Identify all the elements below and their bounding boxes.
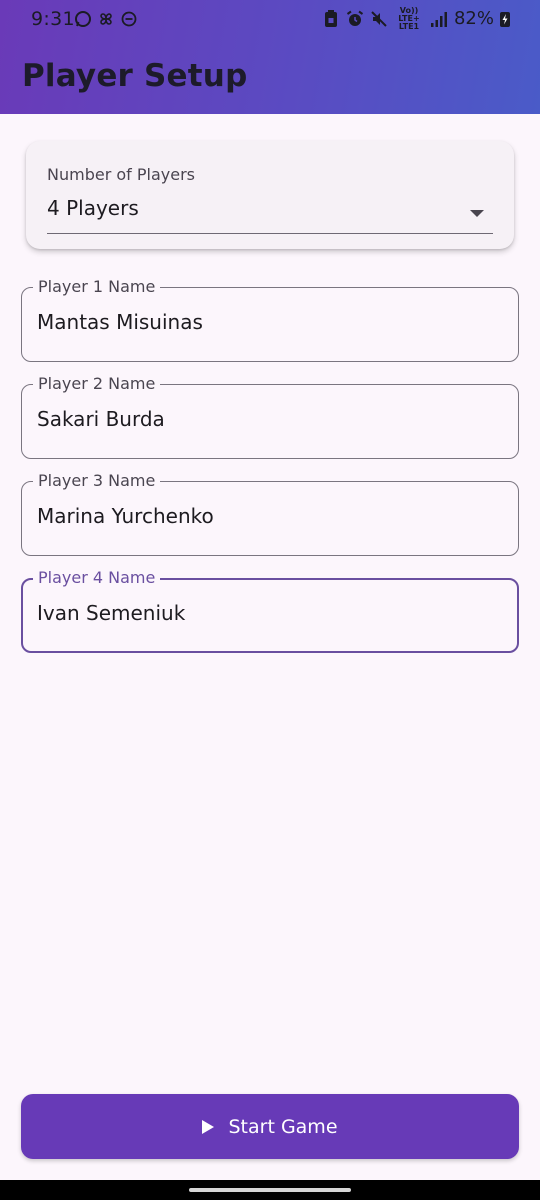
number-of-players-select[interactable]: Number of Players 4 Players [26,141,514,249]
player-2-name-input[interactable] [37,407,497,431]
alarm-icon [346,10,364,28]
number-of-players-value[interactable]: 4 Players [47,196,139,220]
select-underline [47,233,493,234]
dropdown-arrow-icon[interactable] [470,203,484,222]
status-time: 9:31 [31,8,75,30]
battery-charging-icon [500,10,510,28]
player-1-name-field[interactable]: Player 1 Name [21,277,519,362]
status-right-icons: Vo)) LTE+ LTE1 82% [322,5,510,31]
page-title: Player Setup [22,58,248,94]
player-4-name-input[interactable] [37,601,497,625]
player-1-name-input[interactable] [37,310,497,334]
start-game-button[interactable]: Start Game [21,1094,519,1159]
dnd-minus-icon [120,10,138,28]
home-gesture-handle[interactable] [189,1188,351,1192]
start-game-label: Start Game [228,1115,338,1138]
play-icon [202,1119,215,1134]
player-2-name-label: Player 2 Name [33,374,161,394]
system-nav-bar [0,1180,540,1200]
player-setup-screen: 9:31 Vo)) LTE+ LTE1 82% Player Setup Num… [0,0,540,1200]
lock-battery-icon [322,9,340,28]
battery-percent: 82% [453,8,494,29]
player-2-name-field[interactable]: Player 2 Name [21,374,519,459]
whatsapp-icon [74,10,92,28]
volte-icon: Vo)) LTE+ LTE1 [394,5,424,31]
signal-icon [430,10,448,28]
pinwheel-icon [97,10,115,28]
app-header: 9:31 Vo)) LTE+ LTE1 82% Player Setup [0,0,540,114]
network-type-line2: LTE1 [398,21,420,31]
player-4-name-label: Player 4 Name [33,568,161,588]
player-3-name-field[interactable]: Player 3 Name [21,471,519,556]
player-3-name-input[interactable] [37,504,497,528]
player-4-name-field[interactable]: Player 4 Name [21,568,519,653]
status-left-icons [74,10,138,28]
network-type-line1: Vo)) LTE+ [398,5,420,23]
player-1-name-label: Player 1 Name [33,277,161,297]
status-bar: 9:31 Vo)) LTE+ LTE1 82% [0,0,540,40]
mute-icon [370,10,388,28]
number-of-players-label: Number of Players [47,165,195,184]
player-3-name-label: Player 3 Name [33,471,161,491]
